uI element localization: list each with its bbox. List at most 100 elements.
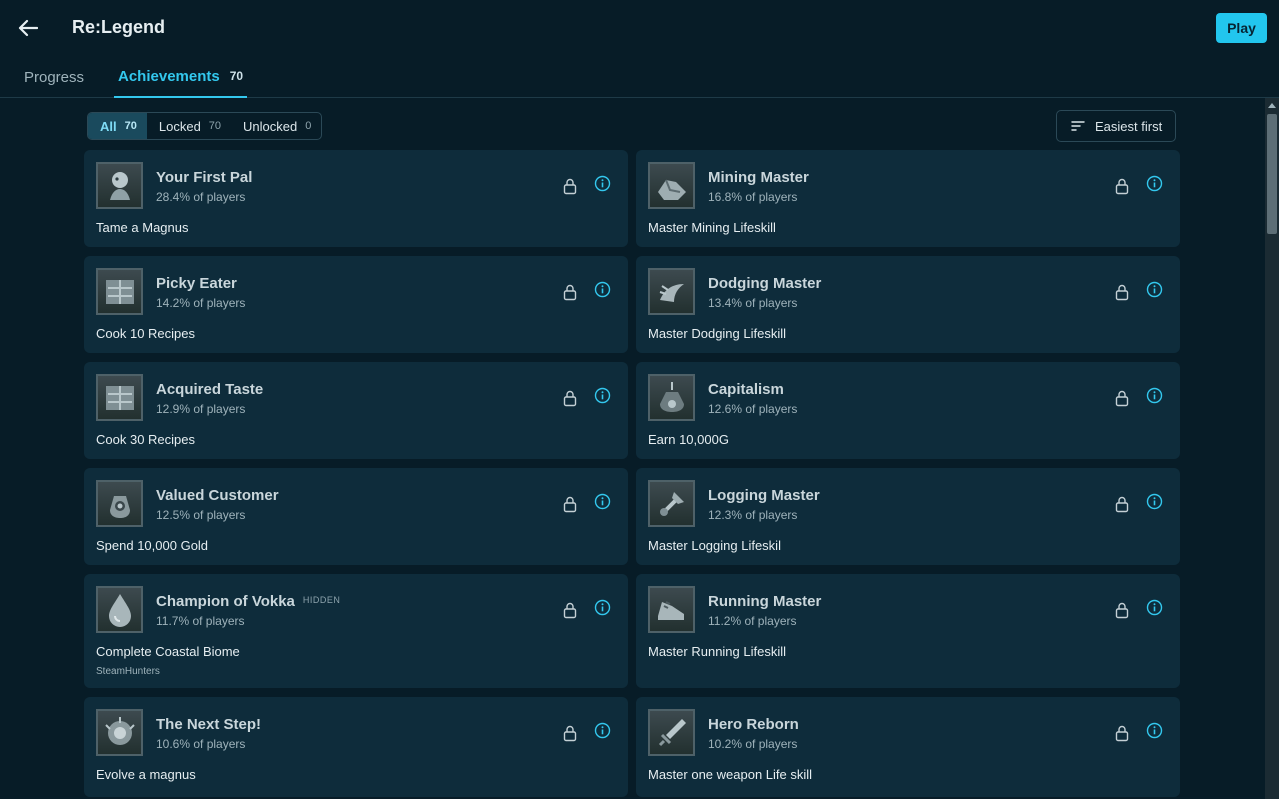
achievement-name-text: Capitalism	[708, 381, 784, 398]
arrow-left-icon	[18, 19, 38, 37]
achievement-percent: 28.4% of players	[156, 190, 246, 204]
achievement-card[interactable]: The Next Step! 10.6% of players Evolve a m…	[84, 697, 628, 797]
achievement-name: Mining Master	[708, 169, 809, 186]
scroll-up-arrow-icon[interactable]	[1265, 98, 1279, 112]
achievement-card[interactable]: Picky Eater 14.2% of players Cook 10 Recip…	[84, 256, 628, 353]
achievement-percent: 11.2% of players	[708, 614, 797, 628]
achievement-percent: 14.2% of players	[156, 296, 246, 310]
tab-bar: Progress Achievements 70	[0, 56, 1279, 98]
achievement-name-text: Your First Pal	[156, 169, 253, 186]
achievement-percent: 12.3% of players	[708, 508, 798, 522]
ore-icon	[648, 162, 695, 209]
water-drop-icon	[96, 586, 143, 633]
filter-locked[interactable]: Locked 70	[147, 113, 231, 139]
info-icon[interactable]	[594, 722, 611, 739]
scroll-thumb[interactable]	[1267, 114, 1277, 234]
filter-locked-label: Locked	[158, 118, 201, 134]
lock-icon	[1114, 601, 1130, 619]
achievement-name: Valued Customer	[156, 487, 279, 504]
lock-icon	[1114, 283, 1130, 301]
filter-unlocked-label: Unlocked	[243, 118, 298, 134]
lock-icon	[1114, 177, 1130, 195]
achievement-description: Spend 10,000 Gold	[96, 538, 209, 553]
achievement-name: The Next Step!	[156, 716, 261, 733]
achievement-card[interactable]: Acquired Taste 12.9% of players Cook 30 Re…	[84, 362, 628, 459]
achievement-percent: 11.7% of players	[156, 614, 245, 628]
achievement-card[interactable]: Mining Master 16.8% of players Master Mini…	[636, 150, 1180, 247]
achievement-name: Picky Eater	[156, 275, 237, 292]
lock-icon	[1114, 724, 1130, 742]
achievement-card[interactable]: Champion of Vokka HIDDEN 11.7% of players C…	[84, 574, 628, 688]
achievement-card[interactable]: Capitalism 12.6% of players Earn 10,000G	[636, 362, 1180, 459]
achievement-card[interactable]: Logging Master 12.3% of players Master Log…	[636, 468, 1180, 565]
filter-all[interactable]: All 70	[88, 113, 147, 139]
achievement-source: SteamHunters	[96, 666, 160, 677]
filter-unlocked[interactable]: Unlocked 0	[231, 113, 321, 139]
achievement-description: Master Dodging Lifeskill	[648, 326, 787, 341]
tab-progress[interactable]: Progress	[24, 56, 84, 98]
achievement-name: Your First Pal	[156, 169, 252, 186]
info-icon[interactable]	[1146, 175, 1163, 192]
achievement-name: Running Master	[708, 593, 821, 610]
info-icon[interactable]	[1146, 281, 1163, 298]
tab-achievements-count: 70	[229, 69, 244, 83]
info-icon[interactable]	[1146, 599, 1163, 616]
kitchen-icon	[96, 374, 143, 421]
achievement-percent: 10.2% of players	[708, 737, 798, 751]
filter-all-label: All	[100, 118, 117, 134]
play-button[interactable]: Play	[1216, 13, 1267, 43]
achievement-description: Master Logging Lifeskil	[648, 538, 781, 553]
running-shoe-icon	[648, 586, 695, 633]
achievement-card[interactable]: Dodging Master 13.4% of players Master Dod…	[636, 256, 1180, 353]
achievement-name-text: Running Master	[708, 593, 822, 610]
achievement-description: Master Running Lifeskill	[648, 644, 787, 659]
lock-icon	[1114, 389, 1130, 407]
back-button[interactable]	[14, 14, 42, 42]
tab-achievements-label: Achievements	[118, 67, 220, 85]
info-icon[interactable]	[1146, 387, 1163, 404]
achievement-card[interactable]: Valued Customer 12.5% of players Spend 10,…	[84, 468, 628, 565]
achievement-name-text: The Next Step!	[156, 716, 262, 733]
achievement-description: Evolve a magnus	[96, 767, 196, 782]
achievement-name: Capitalism	[708, 381, 784, 398]
achievement-name: Dodging Master	[708, 275, 821, 292]
dodge-icon	[648, 268, 695, 315]
page-title: Re:Legend	[72, 17, 166, 37]
info-icon[interactable]	[1146, 493, 1163, 510]
info-icon[interactable]	[1146, 722, 1163, 739]
achievement-percent: 13.4% of players	[708, 296, 798, 310]
sort-button[interactable]: Easiest first	[1056, 110, 1176, 142]
pal-icon	[96, 162, 143, 209]
tab-achievements[interactable]: Achievements 70	[114, 56, 248, 98]
achievement-name-text: Valued Customer	[156, 487, 279, 504]
filter-segmented-control: All 70 Locked 70 Unlocked 0	[87, 112, 323, 140]
info-icon[interactable]	[594, 599, 611, 616]
achievement-name-text: Dodging Master	[708, 275, 822, 292]
achievement-description: Complete Coastal Biome	[96, 644, 240, 659]
info-icon[interactable]	[594, 387, 611, 404]
lock-icon	[562, 177, 578, 195]
achievement-name: Acquired Taste	[156, 381, 263, 398]
sort-label: Easiest first	[1095, 118, 1163, 134]
hidden-badge: HIDDEN	[302, 595, 341, 605]
achievement-name-text: Champion of Vokka	[156, 593, 295, 610]
achievement-name-text: Hero Reborn	[708, 716, 799, 733]
tab-progress-label: Progress	[24, 68, 85, 86]
achievement-name-text: Logging Master	[708, 487, 820, 504]
achievement-name-text: Mining Master	[708, 169, 809, 186]
filter-unlocked-count: 0	[305, 120, 312, 132]
achievement-card[interactable]: Hero Reborn 10.2% of players Master one we…	[636, 697, 1180, 797]
achievement-name: Champion of Vokka HIDDEN	[156, 593, 340, 610]
achievement-description: Tame a Magnus	[96, 220, 189, 235]
info-icon[interactable]	[594, 493, 611, 510]
achievement-percent: 12.5% of players	[156, 508, 246, 522]
scrollbar[interactable]	[1265, 98, 1279, 799]
sword-icon	[648, 709, 695, 756]
achievement-name: Logging Master	[708, 487, 820, 504]
achievement-card[interactable]: Your First Pal 28.4% of players Tame a Mag…	[84, 150, 628, 247]
achievement-percent: 16.8% of players	[708, 190, 798, 204]
achievement-card[interactable]: Running Master 11.2% of players Master Run…	[636, 574, 1180, 688]
filter-locked-count: 70	[208, 120, 222, 132]
info-icon[interactable]	[594, 175, 611, 192]
info-icon[interactable]	[594, 281, 611, 298]
